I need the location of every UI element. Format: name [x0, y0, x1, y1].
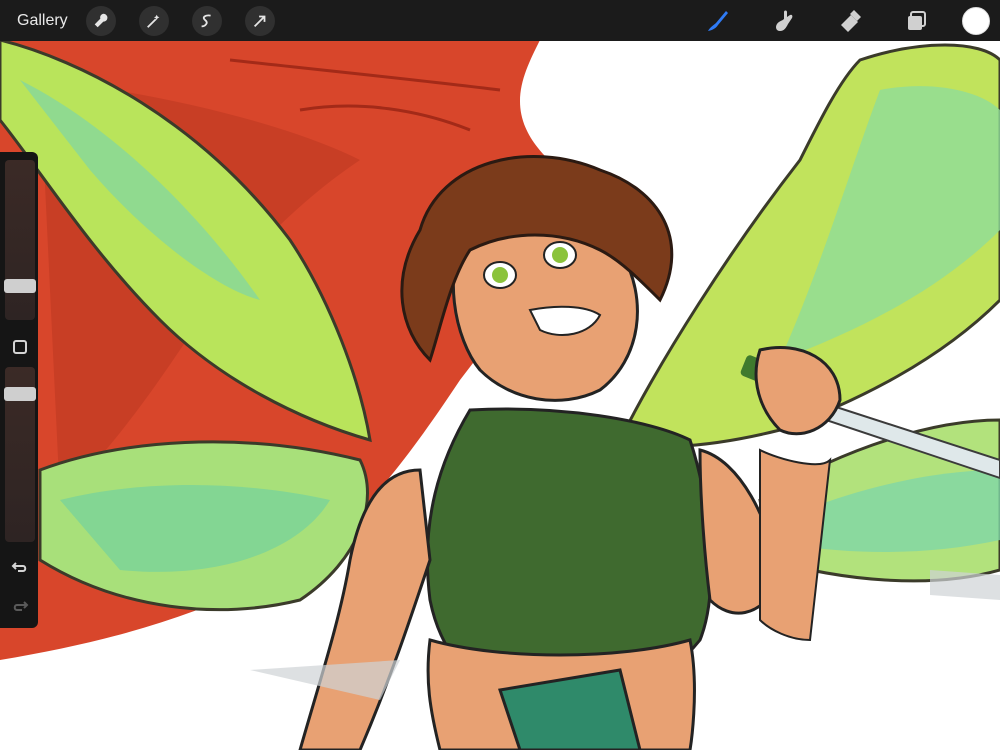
transform-arrow-icon[interactable] — [244, 5, 275, 36]
eraser-icon[interactable] — [830, 1, 870, 41]
square-modify-icon[interactable] — [9, 336, 31, 358]
brush-size-slider-thumb[interactable] — [4, 279, 36, 293]
brush-size-slider-track[interactable] — [5, 160, 35, 320]
brush-icon[interactable] — [698, 1, 738, 41]
smudge-icon[interactable] — [764, 1, 804, 41]
artwork-canvas[interactable] — [0, 0, 1000, 750]
undo-icon[interactable] — [9, 556, 31, 578]
redo-icon[interactable] — [9, 595, 31, 617]
actions-wrench-icon[interactable] — [85, 5, 116, 36]
right-toolset — [698, 0, 1000, 41]
adjustments-magic-wand-icon[interactable] — [138, 5, 169, 36]
opacity-slider-thumb[interactable] — [4, 387, 36, 401]
current-color-swatch[interactable] — [962, 6, 990, 35]
gallery-button[interactable]: Gallery — [17, 12, 68, 30]
left-sidebar — [0, 152, 38, 628]
layers-icon[interactable] — [896, 1, 936, 41]
selection-icon[interactable] — [191, 5, 222, 36]
top-toolbar: Gallery — [0, 0, 1000, 41]
